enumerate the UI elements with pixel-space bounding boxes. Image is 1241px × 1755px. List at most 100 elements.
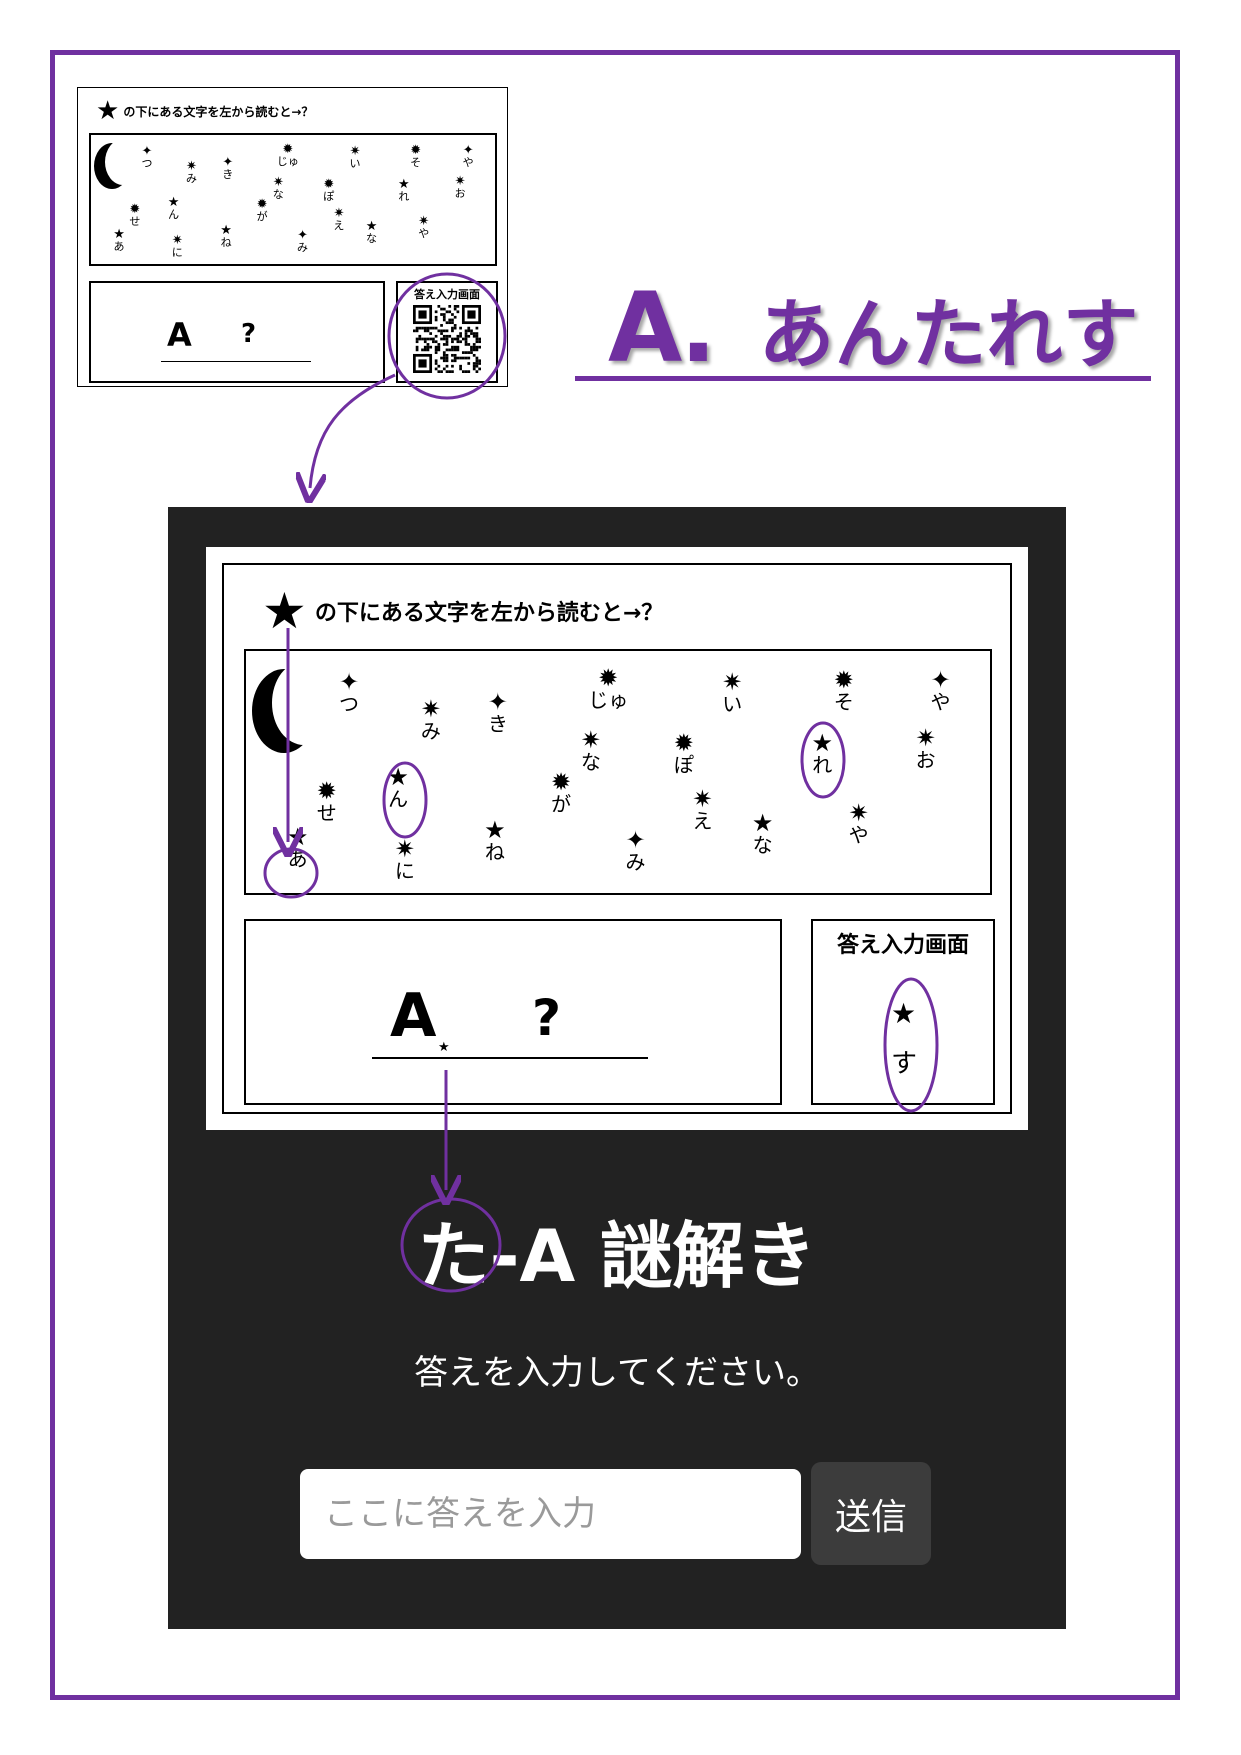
star-mark-char: き: [222, 167, 234, 181]
answer-heading-prefix: A.: [608, 272, 717, 384]
star-mark-char: え: [333, 219, 345, 233]
qr-star-icon: ★: [891, 997, 917, 1030]
answer-box-small: A ?: [89, 281, 385, 383]
star-mark-symbol: ✹: [551, 767, 572, 796]
star-mark-symbol: ✷: [692, 784, 713, 813]
answer-heading-text: あんたれす: [758, 290, 1139, 379]
star-mark-char: じゅ: [276, 154, 299, 168]
star-mark-char: い: [349, 157, 361, 171]
star-mark-symbol: ★: [113, 226, 125, 242]
star-mark-char: な: [752, 832, 773, 857]
star-mark: ✹ せ: [129, 203, 140, 227]
star-mark-char: お: [915, 748, 936, 773]
star-mark: ✹ が: [257, 198, 268, 222]
star-mark: ★ ん: [387, 765, 409, 809]
star-mark-char: な: [272, 188, 284, 202]
star-mark-char: そ: [833, 689, 854, 714]
star-mark-symbol: ✹: [282, 141, 294, 157]
star-mark-symbol: ✦: [930, 665, 951, 694]
star-mark-symbol: ✹: [323, 176, 335, 192]
star-mark: ★ れ: [398, 178, 410, 202]
answer-input[interactable]: [300, 1469, 801, 1559]
star-mark-char: れ: [398, 189, 410, 203]
star-mark-symbol: ✦: [625, 825, 646, 854]
star-mark-char: が: [551, 791, 572, 816]
star-mark: ✹ そ: [834, 668, 854, 712]
star-mark-char: せ: [129, 215, 141, 229]
star-mark: ★ な: [366, 220, 378, 244]
star-mark: ✷ や: [418, 215, 429, 239]
puzzle-card-large: ★ の下にある文字を左から読むと→？ ✦ つ ✷ み ✦ き ✹ じゅ ✷ い ✹ そ ✦ や ✷ な ✹ ぽ ★ れ…: [206, 547, 1028, 1130]
star-mark: ✹ ぽ: [674, 731, 694, 775]
star-mark-char: や: [418, 226, 430, 240]
puzzle-instruction-small: ★ の下にある文字を左から読むと→？: [96, 96, 314, 126]
star-mark-char: み: [420, 718, 441, 743]
star-mark-char: き: [487, 711, 508, 736]
answer-small-star: ★: [438, 1040, 450, 1055]
star-mark-char: ん: [168, 207, 180, 221]
star-field-large: ✦ つ ✷ み ✦ き ✹ じゅ ✷ い ✹ そ ✦ や ✷ な ✹ ぽ ★ れ ✷ お ★ ん ✹ せ ✹ が ✷ え ★ な ✷ や ★ あ ✷ に ★…: [244, 649, 992, 895]
answer-line-small: [161, 361, 311, 362]
qr-box-small: 答え入力画面: [396, 281, 498, 383]
star-mark: ✦ み: [625, 828, 645, 872]
star-mark: ✷ お: [455, 175, 466, 199]
answer-heading: A. あんたれす: [608, 272, 1139, 384]
star-mark-char: に: [394, 859, 415, 884]
star-mark-symbol: ✷: [185, 158, 197, 174]
page-title: た-A 謎解き: [417, 1214, 817, 1298]
answer-unknown-large: ?: [532, 989, 562, 1047]
answer-prefix-large: A: [390, 981, 437, 1051]
star-mark-char: お: [454, 186, 466, 200]
star-mark-char: れ: [812, 752, 833, 777]
star-mark: ✷ み: [186, 160, 197, 184]
submit-button[interactable]: 送信: [811, 1462, 931, 1565]
star-mark-symbol: ✷: [848, 799, 869, 828]
star-mark: ✦ み: [297, 229, 308, 253]
qr-box-large: 答え入力画面 ★ す: [811, 919, 995, 1105]
star-mark: ✦ や: [930, 668, 950, 712]
star-mark-char: つ: [339, 692, 360, 717]
answer-unknown-small: ?: [241, 319, 257, 349]
qr-label-small: 答え入力画面: [414, 288, 480, 301]
star-mark: ✷ に: [172, 234, 183, 258]
star-mark-char: い: [722, 692, 743, 717]
star-mark: ✷ い: [722, 670, 742, 714]
star-mark: ✦ き: [488, 690, 508, 734]
star-mark: ✷ や: [849, 801, 869, 845]
star-mark-symbol: ★: [286, 823, 309, 852]
star-icon: ★: [96, 96, 120, 126]
star-mark: ✷ み: [421, 697, 441, 741]
star-mark: ✦ き: [222, 156, 233, 180]
star-mark: ✹ じゅ: [588, 666, 628, 710]
qr-code-icon[interactable]: [413, 305, 481, 373]
star-mark: ★ れ: [811, 731, 833, 775]
star-icon: ★: [262, 582, 307, 640]
star-mark: ★ ね: [220, 224, 232, 248]
qr-star-char: す: [891, 1049, 918, 1079]
star-field-small: ✦ つ ✷ み ✦ き ✹ じゅ ✷ い ✹ そ ✦ や ✷ な ✹ ぽ ★ れ ✷ お ★ ん ✹ せ ✹ が ✷ え ★ な ✷ や ★ あ ✷ に ★…: [89, 133, 497, 266]
star-mark: ✹ じゅ: [277, 143, 299, 167]
star-mark: ✷ な: [273, 176, 284, 200]
star-mark-char: み: [297, 241, 309, 255]
star-mark: ✦ つ: [339, 670, 359, 714]
puzzle-instruction-large: ★ の下にある文字を左から読むと→？: [262, 582, 664, 640]
answer-prefix-small: A: [167, 316, 192, 354]
qr-label-large: 答え入力画面: [836, 933, 969, 958]
star-mark-symbol: ✦: [222, 154, 234, 170]
star-mark: ✹ が: [551, 770, 571, 814]
star-mark: ✷ い: [350, 145, 361, 169]
star-mark-char: ね: [484, 839, 505, 864]
star-mark-char: や: [462, 156, 474, 170]
star-mark: ✷ え: [333, 207, 344, 231]
star-mark-char: つ: [141, 157, 153, 171]
star-mark-char: み: [185, 171, 197, 185]
star-mark-symbol: ✷: [915, 724, 936, 753]
star-mark-symbol: ✷: [394, 835, 415, 864]
star-mark: ★ あ: [287, 825, 309, 869]
answer-underline: [575, 376, 1151, 381]
star-mark: ✹ ぽ: [323, 178, 334, 202]
star-mark: ✦ や: [463, 144, 474, 168]
star-mark: ✷ に: [395, 837, 415, 881]
star-mark-symbol: ★: [167, 194, 180, 210]
star-mark: ✹ そ: [410, 144, 421, 168]
